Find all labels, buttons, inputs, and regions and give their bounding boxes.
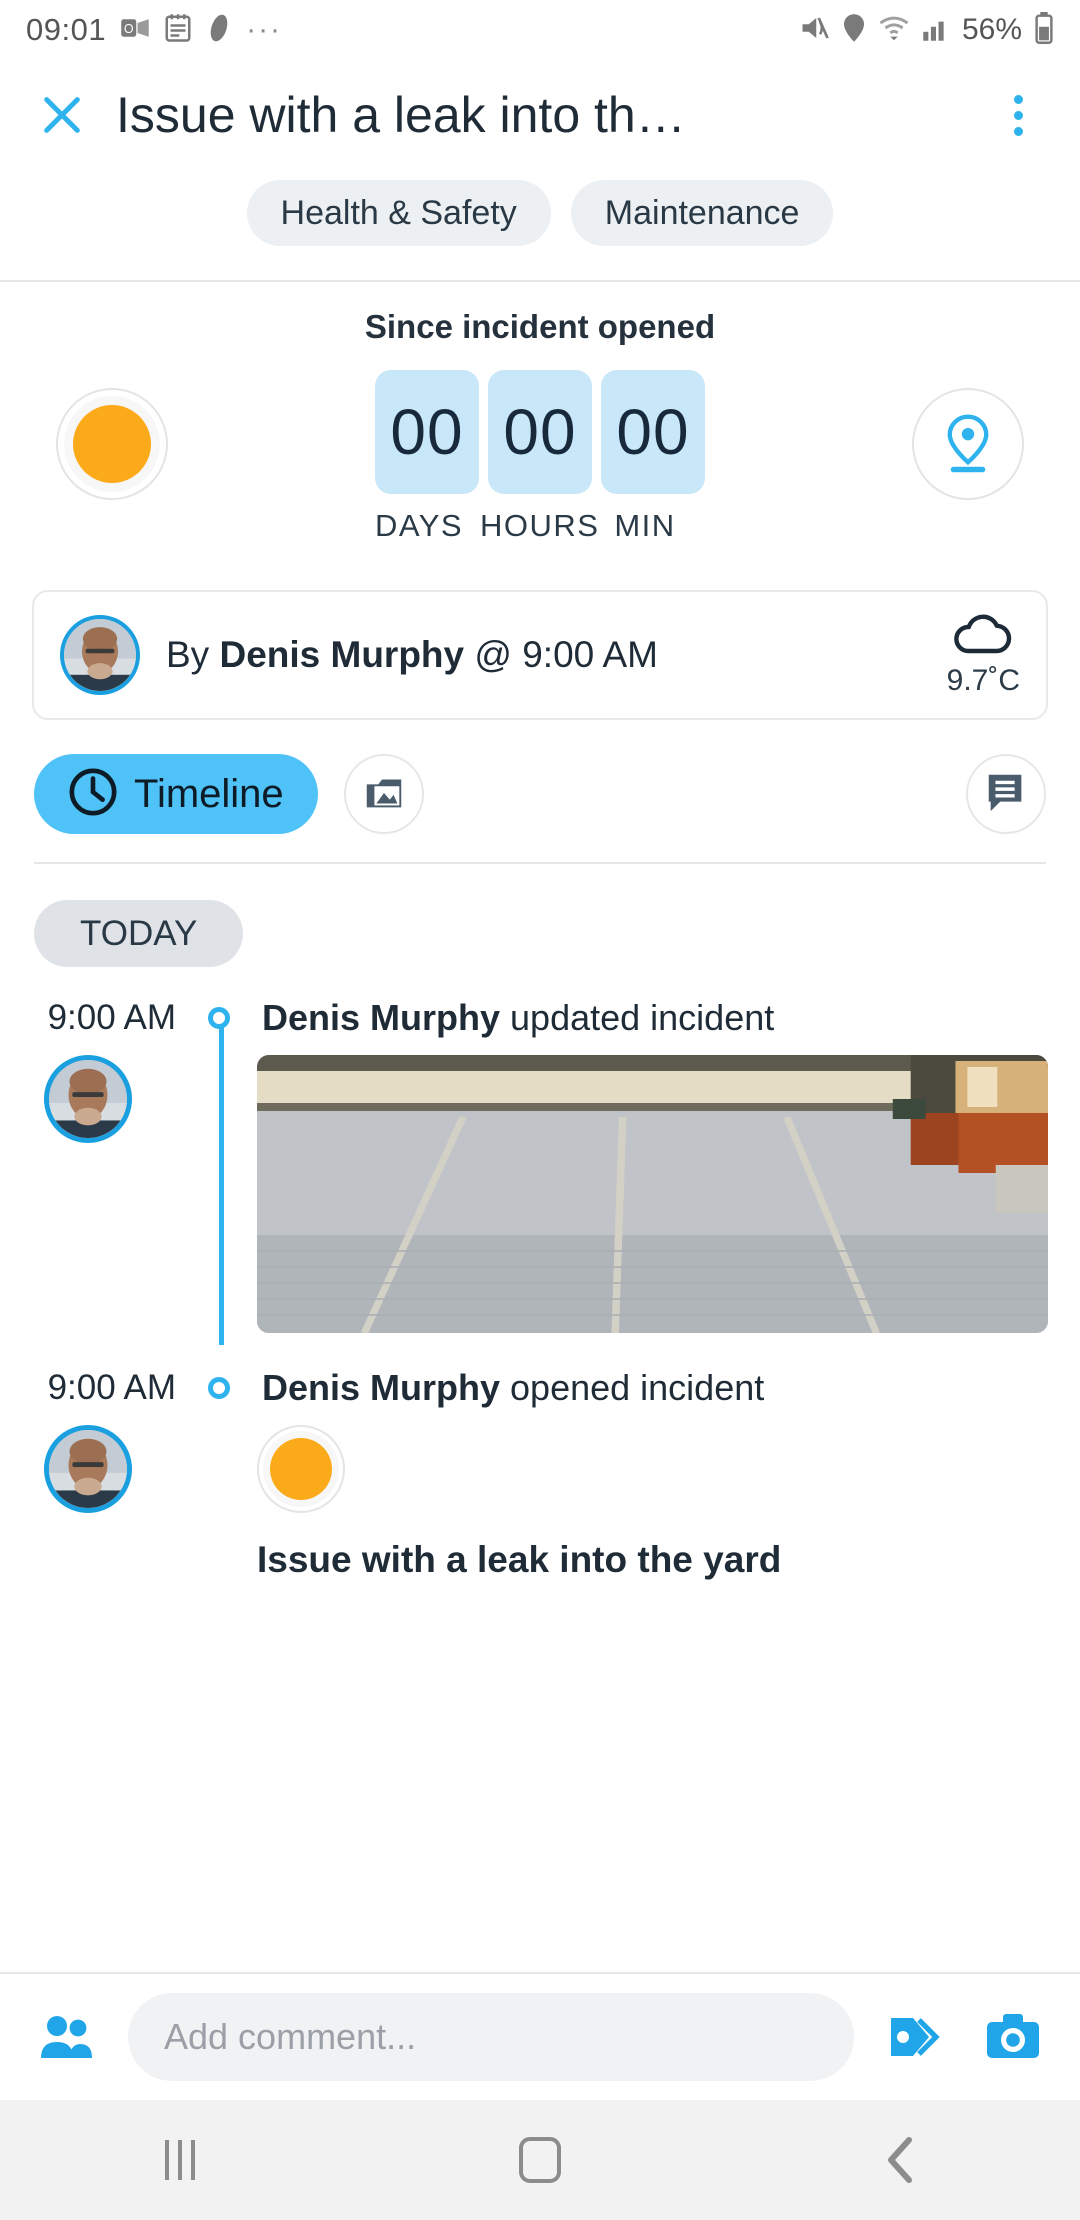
timeline-incident-title: Issue with a leak into the yard: [257, 1539, 782, 1580]
timeline-entry-body: [0, 1055, 1080, 1333]
chat-bubble-icon: [983, 769, 1029, 820]
tab-media[interactable]: [343, 754, 424, 834]
incident-timer-section: Since incident opened 00 00 00 DAYS HOUR…: [0, 282, 1080, 556]
timer-min-label: MIN: [614, 508, 676, 543]
timeline-entry-time: 9:00 AM: [47, 998, 176, 1037]
timeline-entry-text: Denis Murphy opened incident: [262, 1367, 764, 1409]
timeline-entry-updated[interactable]: 9:00 AM Denis Murphy updated incident: [0, 997, 1080, 1345]
temperature-label: 9.7˚C: [946, 663, 1020, 697]
tag-chip-maintenance[interactable]: Maintenance: [570, 180, 834, 246]
timeline-list: TODAY 9:00 AM Denis Murphy updated incid…: [0, 864, 1080, 1581]
timeline-entry-body: [0, 1425, 1080, 1513]
timeline-entry-header: 9:00 AM Denis Murphy opened incident: [0, 1367, 1080, 1409]
camera-icon[interactable]: [976, 2012, 1050, 2062]
timer-unit-row: DAYS HOURS MIN: [375, 508, 697, 544]
timer-days-label: DAYS: [374, 508, 464, 543]
status-bar-left: 09:01 O ···: [26, 12, 282, 48]
notes-icon: [164, 13, 192, 48]
avatar: [60, 615, 140, 695]
timer-hours-value: 00: [488, 370, 592, 494]
clock-icon: [68, 767, 118, 822]
comment-placeholder: Add comment...: [164, 2016, 417, 2057]
avatar: [44, 1055, 132, 1143]
status-orb-fill: [270, 1438, 332, 1500]
feather-icon: [206, 13, 232, 48]
timeline-entry-text: Denis Murphy updated incident: [262, 997, 774, 1039]
timer-min-value: 00: [601, 370, 705, 494]
incident-status-orb[interactable]: [56, 388, 168, 500]
timeline-avatar-column: [0, 1425, 176, 1513]
status-bar-right: 56%: [800, 11, 1054, 49]
weather-widget: 9.7˚C: [947, 613, 1020, 698]
comment-input[interactable]: Add comment...: [128, 1993, 854, 2081]
battery-percent-label: 56%: [961, 13, 1022, 46]
view-tabs: Timeline: [0, 720, 1080, 834]
mute-icon: [800, 14, 830, 47]
author-line: By Denis Murphy @ 9:00 AM: [166, 634, 658, 676]
battery-icon: [1034, 11, 1054, 49]
tag-chip-health-safety[interactable]: Health & Safety: [246, 180, 551, 246]
incident-photo[interactable]: [257, 1055, 1048, 1333]
page-title: Issue with a leak into th…: [116, 87, 686, 143]
cloud-icon: [952, 613, 1014, 662]
timeline-entry-action: updated incident: [500, 997, 775, 1038]
avatar: [44, 1425, 132, 1513]
timer-digit-row: 00 00 00: [375, 370, 705, 494]
timer-heading: Since incident opened: [364, 308, 716, 345]
timer-row: 00 00 00 DAYS HOURS MIN: [0, 370, 1080, 544]
status-orb-fill: [73, 405, 151, 483]
location-icon: [842, 13, 866, 48]
author-time: @ 9:00 AM: [464, 634, 658, 675]
status-bar: 09:01 O ··· 56%: [0, 0, 1080, 60]
timeline-connector: [219, 1027, 224, 1345]
timer-hours-label: HOURS: [480, 508, 600, 543]
back-icon[interactable]: [820, 2100, 980, 2220]
home-icon[interactable]: [460, 2100, 620, 2220]
comment-bar: Add comment...: [0, 1972, 1080, 2100]
status-bar-clock: 09:01: [26, 12, 107, 47]
timeline-entry-action: opened incident: [500, 1367, 765, 1408]
signal-icon: [922, 14, 950, 47]
svg-text:O: O: [124, 22, 134, 36]
timer-digits: 00 00 00 DAYS HOURS MIN: [168, 370, 912, 544]
timeline-marker-dot: [202, 1007, 236, 1029]
android-nav-bar: [0, 2100, 1080, 2220]
timeline-day-badge: TODAY: [34, 900, 244, 967]
incident-status-orb: [257, 1425, 345, 1513]
timeline-marker-dot: [202, 1377, 236, 1399]
timeline-entry-actor: Denis Murphy: [262, 997, 501, 1038]
outlook-icon: O: [120, 13, 150, 48]
close-icon[interactable]: [34, 87, 90, 143]
tag-list: Health & Safety Maintenance: [0, 170, 1080, 280]
people-icon[interactable]: [30, 2014, 104, 2060]
tab-timeline-label: Timeline: [134, 771, 284, 816]
timeline-attachment[interactable]: [257, 1055, 1080, 1333]
timeline-entry-time: 9:00 AM: [47, 1368, 176, 1407]
status-overflow-icon: ···: [246, 13, 283, 46]
timeline-entry-opened[interactable]: 9:00 AM Denis Murphy opened incident Iss…: [0, 1367, 1080, 1581]
tags-icon[interactable]: [878, 2012, 952, 2062]
location-pin-icon[interactable]: [912, 388, 1024, 500]
incident-author-card[interactable]: By Denis Murphy @ 9:00 AM 9.7˚C: [32, 590, 1048, 720]
author-name: Denis Murphy: [219, 634, 465, 675]
author-prefix: By: [166, 634, 220, 675]
timer-days-value: 00: [375, 370, 479, 494]
wifi-icon: [878, 14, 910, 47]
timeline-avatar-column: [0, 1055, 176, 1333]
recents-icon[interactable]: [100, 2100, 260, 2220]
tab-notes[interactable]: [966, 754, 1046, 834]
app-header: Issue with a leak into th…: [0, 60, 1080, 170]
media-folder-icon: [361, 769, 407, 820]
timeline-status-attachment: [257, 1425, 1080, 1513]
timeline-entry-header: 9:00 AM Denis Murphy updated incident: [0, 997, 1080, 1039]
kebab-menu-icon[interactable]: [990, 87, 1046, 143]
timeline-entry-actor: Denis Murphy: [262, 1367, 501, 1408]
tab-timeline[interactable]: Timeline: [34, 754, 318, 834]
